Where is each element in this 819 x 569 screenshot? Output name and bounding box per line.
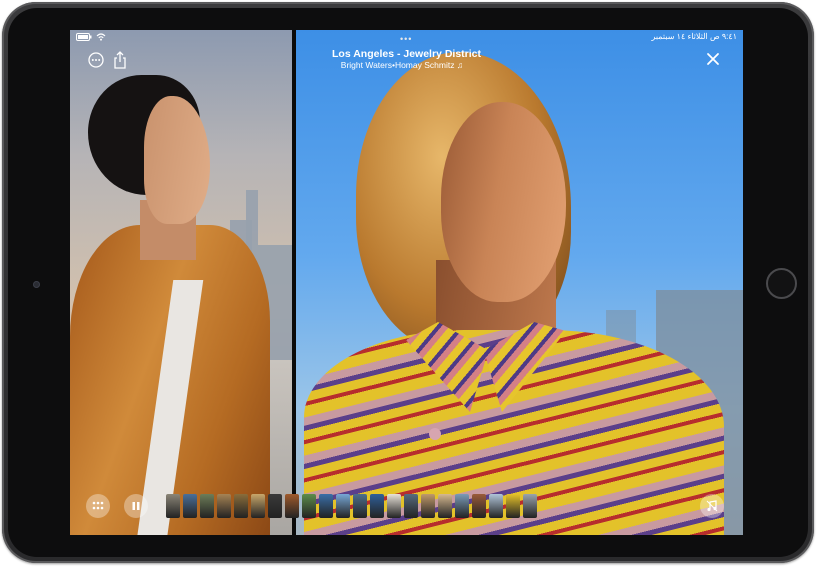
filmstrip-thumbnail[interactable] [166, 494, 180, 518]
pause-icon [132, 502, 140, 510]
woman-face [441, 102, 566, 302]
filmstrip-thumbnail[interactable] [234, 494, 248, 518]
filmstrip-thumbnail[interactable] [285, 494, 299, 518]
battery-icon [76, 33, 92, 41]
filmstrip-thumbnail[interactable] [489, 494, 503, 518]
wifi-icon [96, 33, 106, 41]
filmstrip-thumbnail[interactable] [472, 494, 486, 518]
filmstrip-thumbnail[interactable] [438, 494, 452, 518]
song-info[interactable]: Bright Waters•Homay Schmitz ♫ [332, 60, 472, 70]
close-icon[interactable] [706, 52, 720, 66]
home-button[interactable] [766, 268, 797, 299]
grid-view-button[interactable] [86, 494, 110, 518]
filmstrip-thumbnail[interactable] [370, 494, 384, 518]
filmstrip-thumbnail[interactable] [387, 494, 401, 518]
filmstrip-thumbnail[interactable] [302, 494, 316, 518]
man-face [144, 96, 210, 224]
filmstrip-thumbnail[interactable] [421, 494, 435, 518]
filmstrip-thumbnail[interactable] [183, 494, 197, 518]
filmstrip-thumbnail[interactable] [319, 494, 333, 518]
shirt-button [429, 428, 441, 440]
ellipsis-circle-icon [88, 52, 104, 68]
pause-button[interactable] [124, 494, 148, 518]
more-button[interactable] [84, 48, 108, 72]
filmstrip-thumbnail[interactable] [200, 494, 214, 518]
filmstrip-thumbnail[interactable] [523, 494, 537, 518]
filmstrip-thumbnail[interactable] [353, 494, 367, 518]
status-left [76, 33, 106, 41]
filmstrip-thumbnail[interactable] [455, 494, 469, 518]
filmstrip[interactable] [166, 494, 537, 518]
split-view-left-pane[interactable] [70, 30, 292, 535]
filmstrip-thumbnail[interactable] [404, 494, 418, 518]
filmstrip-thumbnail[interactable] [217, 494, 231, 518]
filmstrip-thumbnail[interactable] [268, 494, 282, 518]
music-button[interactable] [700, 494, 724, 518]
share-button[interactable] [108, 48, 132, 72]
screen: ٩:٤١ ص الثلاثاء ١٤ سبتمبر ••• Los Angele… [70, 30, 743, 535]
share-icon [114, 51, 126, 69]
split-view-right-pane[interactable] [296, 30, 743, 535]
status-datetime: ٩:٤١ ص الثلاثاء ١٤ سبتمبر [651, 32, 737, 41]
filmstrip-thumbnail[interactable] [336, 494, 350, 518]
filmstrip-thumbnail[interactable] [251, 494, 265, 518]
front-camera [33, 281, 40, 288]
memory-title: Los Angeles - Jewelry District [332, 48, 481, 60]
multitasking-handle[interactable]: ••• [400, 34, 412, 44]
filmstrip-thumbnail[interactable] [506, 494, 520, 518]
grid-icon [92, 501, 104, 510]
music-note-icon [706, 500, 718, 512]
